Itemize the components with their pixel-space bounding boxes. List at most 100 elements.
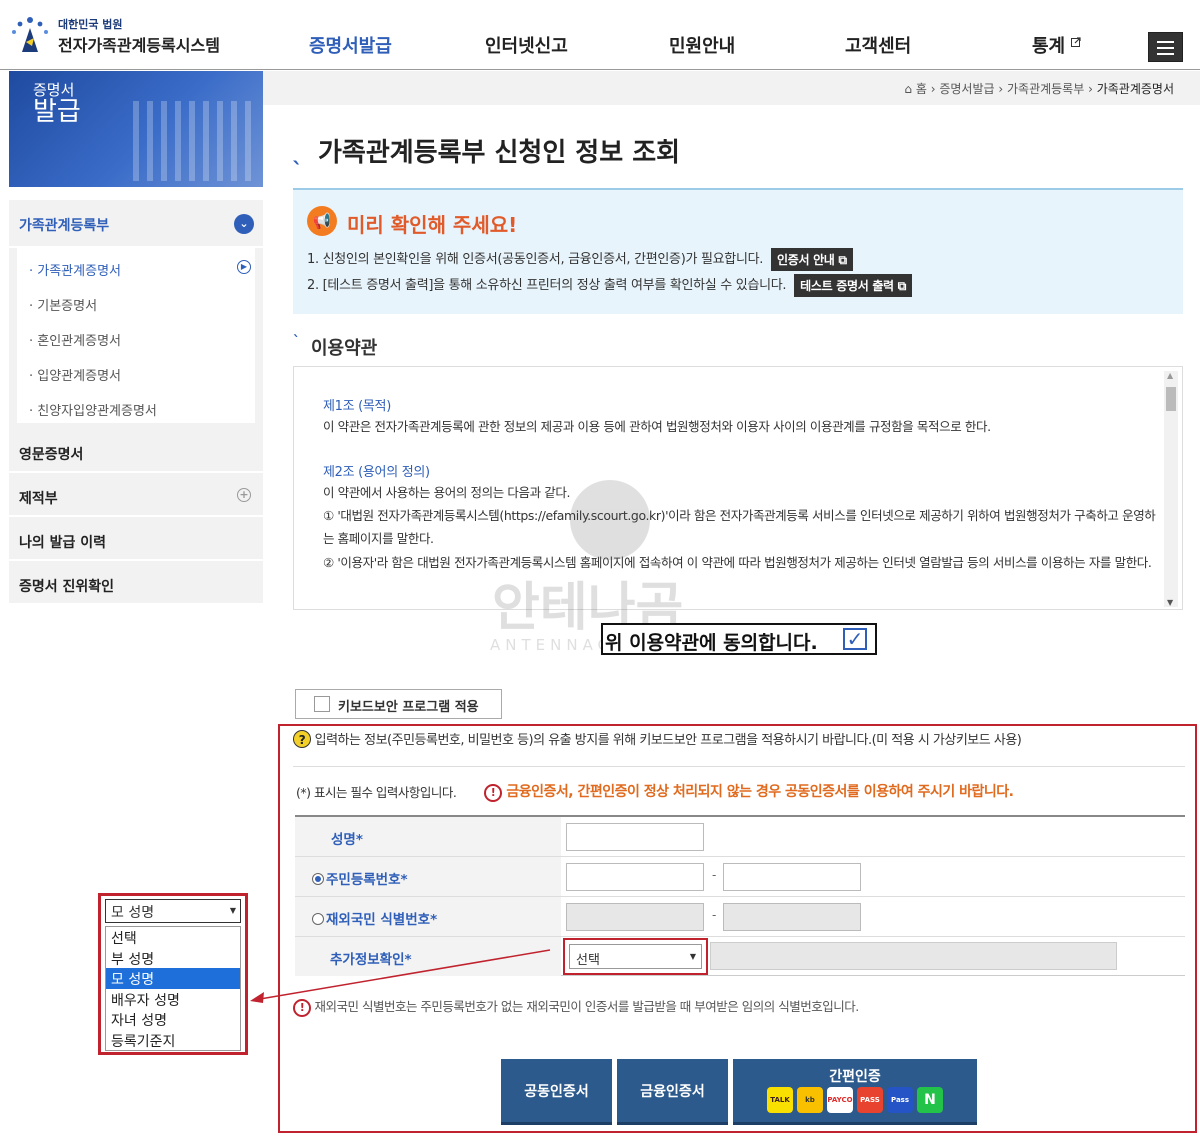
- article-1-head: 제1조 (목적): [323, 399, 391, 414]
- nav-civil-guide[interactable]: 민원안내: [669, 32, 735, 58]
- field-label: 주민등록번호: [326, 872, 401, 888]
- sidebar-sub-family-cert[interactable]: · 가족관계증명서 ▶: [9, 248, 263, 283]
- hamburger-menu-button[interactable]: [1148, 32, 1183, 62]
- exclamation-icon: !: [484, 784, 502, 802]
- logo[interactable]: 대한민국 법원 전자가족관계등록시스템: [8, 12, 238, 60]
- dropdown-option[interactable]: 부 성명: [106, 948, 240, 969]
- kakao-icon: TALK: [767, 1087, 793, 1113]
- menu-bar-icon: [1157, 53, 1174, 55]
- scrollbar-thumb[interactable]: [1166, 387, 1176, 411]
- sidebar-item-removed-register[interactable]: 제적부 +: [9, 473, 263, 517]
- sidebar: 가족관계등록부 ⌄ · 가족관계증명서 ▶ · 기본증명서 · 혼인관계증명서 …: [9, 200, 263, 605]
- scroll-down-icon[interactable]: ▼: [1167, 598, 1173, 607]
- rrn-radio[interactable]: [312, 873, 324, 885]
- terms-scrollbar[interactable]: ▲ ▼: [1164, 371, 1178, 607]
- org-name: 대한민국 법원: [58, 18, 123, 31]
- simple-auth-button[interactable]: 간편인증 TALK kb PAYCO PASS Pass N: [733, 1059, 977, 1125]
- agree-terms-checkbox[interactable]: 위 이용약관에 동의합니다. ✓: [601, 623, 877, 655]
- dropdown-option[interactable]: 배우자 성명: [106, 989, 240, 1010]
- naver-icon: N: [917, 1087, 943, 1113]
- breadcrumb-item[interactable]: 증명서발급: [939, 82, 994, 96]
- test-print-button[interactable]: 테스트 증명서 출력 ⧉: [794, 274, 912, 297]
- form-row-name: 성명*: [295, 817, 1185, 857]
- plus-icon: +: [237, 488, 251, 502]
- sidebar-item-english-cert[interactable]: 영문증명서: [9, 429, 263, 473]
- site-header: 대한민국 법원 전자가족관계등록시스템 증명서발급 인터넷신고 민원안내 고객센…: [0, 0, 1200, 70]
- nav-customer-center[interactable]: 고객센터: [845, 32, 911, 58]
- keyboard-security-checkbox[interactable]: [314, 696, 330, 712]
- breadcrumb-current: 가족관계증명서: [1096, 82, 1174, 96]
- sidebar-sub-basic-cert[interactable]: · 기본증명서: [9, 283, 263, 318]
- keyboard-security-label: 키보드보안 프로그램 적용: [338, 700, 479, 715]
- notice-text: 2. [테스트 증명서 출력]을 통해 소유하신 프린터의 정상 출력 여부를 …: [307, 278, 787, 293]
- sidebar-item-label: 증명서 진위확인: [19, 579, 115, 595]
- terms-box[interactable]: 제1조 (목적) 이 약관은 전자가족관계등록에 관한 정보의 제공과 이용 등…: [293, 366, 1183, 610]
- sidebar-item-my-history[interactable]: 나의 발급 이력: [9, 517, 263, 561]
- dropdown-arrow-icon: ▼: [689, 952, 696, 961]
- checkmark-icon[interactable]: ✓: [843, 628, 867, 650]
- rrn-label[interactable]: 주민등록번호*: [295, 857, 561, 896]
- menu-bar-icon: [1157, 47, 1174, 49]
- article-2-body-3: ② '이용자'라 함은 대법원 전자가족관계등록시스템 홈페이지에 접속하여 이…: [323, 555, 1152, 570]
- rrn-front-input[interactable]: [566, 863, 704, 891]
- scroll-up-icon[interactable]: ▲: [1167, 371, 1173, 380]
- joint-cert-button[interactable]: 공동인증서: [501, 1059, 612, 1125]
- article-1-body: 이 약관은 전자가족관계등록에 관한 정보의 제공과 이용 등에 관하여 법원행…: [323, 419, 991, 434]
- extra-info-select-highlight: 선택 ▼: [563, 938, 708, 975]
- extra-info-select[interactable]: 선택 ▼: [569, 944, 702, 969]
- notice-title: 미리 확인해 주세요!: [347, 213, 518, 237]
- rrn-back-input[interactable]: [723, 863, 861, 891]
- system-name: 전자가족관계등록시스템: [58, 36, 220, 55]
- dropdown-option[interactable]: 선택: [106, 927, 240, 948]
- article-2-head: 제2조 (용어의 정의): [323, 465, 430, 480]
- dropdown-option[interactable]: 모 성명: [106, 968, 240, 989]
- banner-title: 증명서 발급: [33, 82, 81, 127]
- dropdown-option[interactable]: 등록기준지: [106, 1030, 240, 1051]
- name-input[interactable]: [566, 823, 704, 851]
- breadcrumb-item[interactable]: 가족관계등록부: [1007, 82, 1084, 96]
- cert-guide-button[interactable]: 인증서 안내 ⧉: [770, 248, 853, 271]
- dropdown-arrow-icon: ▼: [229, 906, 236, 915]
- payco-icon: PAYCO: [827, 1087, 853, 1113]
- sidebar-sub-marriage-cert[interactable]: · 혼인관계증명서: [9, 318, 263, 353]
- form-row-rrn: 주민등록번호* -: [295, 857, 1185, 897]
- pass-icon: PASS: [857, 1087, 883, 1113]
- home-icon[interactable]: ⌂: [904, 82, 912, 96]
- extra-info-dropdown[interactable]: 모 성명 ▼: [105, 899, 241, 923]
- section-banner: 증명서 발급: [9, 71, 263, 187]
- page-title: 가족관계등록부 신청인 정보 조회: [318, 138, 681, 168]
- breadcrumb-home[interactable]: 홈: [916, 82, 927, 96]
- nav-certificate[interactable]: 증명서발급: [309, 32, 392, 58]
- required-star: *: [355, 832, 363, 848]
- keyboard-security-toggle[interactable]: 키보드보안 프로그램 적용: [295, 689, 502, 719]
- play-icon: ▶: [237, 260, 251, 274]
- required-note: (*) 표시는 필수 입력사항입니다.: [296, 785, 457, 800]
- warning-note: ! 금융인증서, 간편인증이 정상 처리되지 않는 경우 공동인증서를 이용하여…: [484, 781, 1014, 802]
- foreign-id-front-input: [566, 903, 704, 931]
- nav-statistics[interactable]: 통계: [1032, 32, 1082, 58]
- banner-line2: 발급: [33, 96, 81, 127]
- section-mark-icon: ˋ: [293, 334, 300, 350]
- nav-statistics-label: 통계: [1032, 36, 1066, 57]
- required-star: *: [430, 912, 438, 928]
- foreign-id-back-input: [723, 903, 861, 931]
- foreign-id-radio[interactable]: [312, 913, 324, 925]
- article-2-body-2: ① '대법원 전자가족관계등록시스템(https://efamily.scour…: [323, 508, 1156, 546]
- sidebar-submenu: · 가족관계증명서 ▶ · 기본증명서 · 혼인관계증명서 · 입양관계증명서 …: [9, 248, 263, 429]
- breadcrumb: ⌂ 홈 › 증명서발급 › 가족관계등록부 › 가족관계증명서: [904, 80, 1174, 97]
- button-label: 인증서 안내: [776, 253, 835, 267]
- chevron-right-icon: ›: [998, 82, 1007, 96]
- notice-line-1: 1. 신청인의 본인확인을 위해 인증서(공동인증서, 금융인증서, 간편인증)…: [307, 248, 853, 271]
- sidebar-sub-adoption-cert[interactable]: · 입양관계증명서: [9, 353, 263, 388]
- dropdown-options: 선택 부 성명 모 성명 배우자 성명 자녀 성명 등록기준지: [105, 926, 241, 1051]
- sidebar-sub-full-adoption-cert[interactable]: · 친양자입양관계증명서: [9, 388, 263, 423]
- samsung-pass-icon: Pass: [887, 1087, 913, 1113]
- nav-internet-report[interactable]: 인터넷신고: [485, 32, 568, 58]
- sidebar-item-family-register[interactable]: 가족관계등록부 ⌄: [9, 200, 263, 248]
- sidebar-item-verify[interactable]: 증명서 진위확인: [9, 561, 263, 605]
- financial-cert-button[interactable]: 금융인증서: [617, 1059, 728, 1125]
- notice-box: 📢 미리 확인해 주세요! 1. 신청인의 본인확인을 위해 인증서(공동인증서…: [293, 188, 1183, 314]
- foreign-id-label[interactable]: 재외국민 식별번호*: [295, 897, 561, 936]
- field-label: 재외국민 식별번호: [326, 912, 431, 928]
- dropdown-option[interactable]: 자녀 성명: [106, 1009, 240, 1030]
